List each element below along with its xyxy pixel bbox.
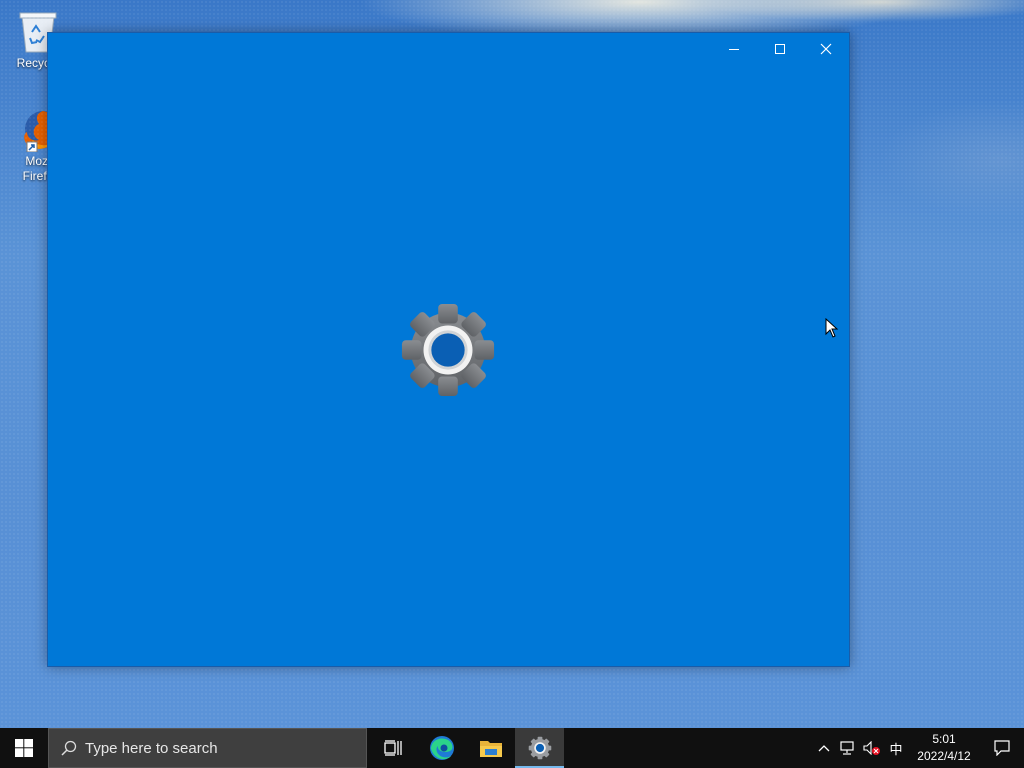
taskbar-settings[interactable] bbox=[515, 728, 564, 768]
volume-button[interactable] bbox=[860, 728, 884, 768]
minimize-button[interactable] bbox=[711, 33, 757, 65]
maximize-button[interactable] bbox=[757, 33, 803, 65]
gear-icon bbox=[401, 303, 495, 397]
clock-time: 5:01 bbox=[932, 732, 956, 746]
show-hidden-icons-button[interactable] bbox=[812, 728, 836, 768]
network-button[interactable] bbox=[836, 728, 860, 768]
search-icon bbox=[61, 740, 77, 756]
start-button[interactable] bbox=[0, 728, 48, 768]
notification-icon bbox=[994, 740, 1010, 756]
maximize-icon bbox=[775, 44, 785, 54]
settings-window bbox=[47, 32, 850, 667]
system-tray: 中 5:01 2022/4/12 bbox=[812, 728, 1024, 768]
taskbar-edge[interactable] bbox=[417, 728, 466, 768]
window-controls bbox=[711, 33, 849, 65]
minimize-icon bbox=[729, 49, 739, 50]
search-box[interactable]: Type here to search bbox=[48, 728, 367, 768]
taskbar-file-explorer[interactable] bbox=[466, 728, 515, 768]
clock-date: 2022/4/12 bbox=[917, 749, 971, 763]
clock[interactable]: 5:01 2022/4/12 bbox=[908, 728, 980, 768]
taskbar: Type here to search 中 5:01 2022/4/12 bbox=[0, 728, 1024, 768]
windows-logo-icon bbox=[15, 739, 33, 757]
close-icon bbox=[820, 43, 832, 55]
close-button[interactable] bbox=[803, 33, 849, 65]
folder-icon bbox=[479, 741, 502, 757]
task-view-icon bbox=[383, 740, 402, 756]
action-center-button[interactable] bbox=[980, 728, 1024, 768]
volume-muted-icon bbox=[863, 741, 880, 755]
network-icon bbox=[840, 741, 854, 755]
gear-icon bbox=[528, 736, 551, 760]
mouse-cursor-icon bbox=[825, 318, 839, 338]
search-placeholder: Type here to search bbox=[85, 739, 218, 757]
edge-icon bbox=[429, 736, 454, 760]
taskbar-task-view[interactable] bbox=[368, 728, 417, 768]
ime-indicator[interactable]: 中 bbox=[884, 728, 908, 768]
chevron-up-icon bbox=[818, 745, 830, 752]
